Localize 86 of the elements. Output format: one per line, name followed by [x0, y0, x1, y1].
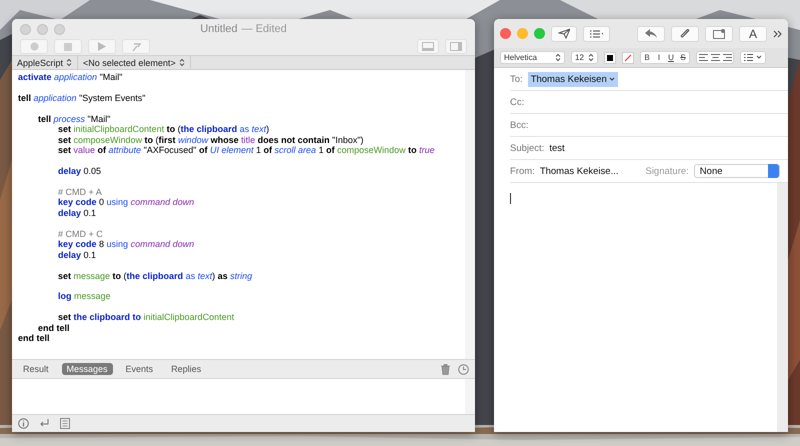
style-button[interactable]: S [677, 52, 689, 63]
header-options-button[interactable] [583, 26, 610, 42]
code-line: end tell [18, 333, 51, 344]
run-button[interactable] [88, 39, 116, 54]
stepper-icon [66, 58, 72, 67]
header-field[interactable]: Subject: test [510, 137, 788, 160]
list-icon [590, 30, 603, 38]
align-left-icon[interactable] [697, 52, 709, 63]
lines-icon [710, 54, 720, 61]
field-label: Signature: [645, 166, 689, 176]
panel-tab[interactable]: Messages [62, 363, 113, 375]
stepper-icon [178, 58, 185, 67]
format-button[interactable]: A [739, 26, 767, 42]
bottom-panel-button[interactable] [417, 39, 439, 54]
code-line: set composeWindow to (first window whose title does not contain "Inbox") [57, 134, 365, 146]
align-right-icon[interactable] [721, 52, 733, 63]
close-button[interactable] [500, 28, 511, 39]
send-button[interactable] [551, 26, 577, 42]
code-line: # CMD + C [57, 228, 104, 240]
text-cursor [510, 193, 511, 204]
stop-icon [64, 42, 72, 50]
chevron-icon[interactable] [773, 30, 782, 38]
list-icon[interactable] [60, 418, 70, 429]
lines-icon [722, 54, 732, 61]
code-line: set value of attribute "AXFocused" of UI element 1 of scroll area 1 of composeWindow to true [57, 145, 436, 156]
header-field[interactable]: Bcc: [510, 114, 788, 137]
photo-button[interactable] [705, 26, 733, 42]
code-line: set initialClipboardContent to (the clipboard as text) [57, 124, 270, 135]
code-line: end tell [37, 322, 71, 334]
stepper-icon [588, 53, 594, 62]
edited-status: — Edited [242, 23, 287, 35]
code-line: set the clipboard to initialClipboardContent [57, 312, 236, 323]
zoom-button[interactable] [534, 28, 545, 39]
play-icon [98, 42, 106, 51]
photo-icon [712, 28, 726, 38]
code-line: delay 0.1 [57, 208, 98, 218]
align-center-icon[interactable] [709, 52, 721, 63]
paperclip-icon [679, 28, 691, 39]
style-button[interactable]: U [665, 52, 677, 63]
caret-icon [608, 77, 615, 81]
panel-tab[interactable]: Events [120, 363, 158, 375]
side-panel-icon [450, 42, 462, 51]
font-select[interactable]: Helvetica [500, 51, 565, 64]
return-icon[interactable] [39, 419, 50, 428]
bullet-list-icon [744, 54, 762, 61]
clock-icon[interactable] [458, 364, 469, 374]
compile-button[interactable] [122, 39, 150, 54]
style-button[interactable]: I [653, 52, 665, 63]
text-color-button[interactable] [604, 52, 616, 64]
panel-tab[interactable]: Result [18, 363, 54, 375]
recipient-token[interactable]: Thomas Kekeisen [528, 72, 618, 86]
code-line: delay 0.05 [57, 166, 102, 176]
signature-select[interactable]: None [694, 164, 780, 178]
code-line: key code 0 using command down [57, 197, 196, 208]
code-line: log message [57, 291, 112, 302]
code-line: tell application "System Events" [18, 92, 146, 105]
list-style-button[interactable] [740, 51, 766, 64]
stepper-icon [555, 53, 561, 62]
attach-button[interactable] [671, 26, 699, 42]
code-line: tell process "Mail" [37, 114, 112, 124]
field-label: To: [510, 74, 523, 84]
hammer-icon [131, 42, 141, 52]
info-icon[interactable] [18, 418, 29, 429]
panel-tab[interactable]: Replies [166, 363, 206, 375]
header-field[interactable]: Cc: [510, 91, 788, 114]
code-line: delay 0.1 [57, 250, 98, 260]
background-color-icon[interactable] [622, 52, 634, 64]
element-select[interactable]: <No selected element> [78, 56, 191, 69]
paper-plane-icon [558, 28, 570, 39]
reply-icon [645, 29, 657, 38]
trash-icon[interactable] [441, 364, 450, 374]
language-select[interactable]: AppleScript [12, 56, 78, 69]
sender-name[interactable]: Thomas Kekeise... [540, 166, 618, 176]
bottom-panel-icon [422, 42, 434, 51]
reply-button[interactable] [637, 26, 665, 42]
code-line: # CMD + A [57, 186, 103, 198]
code-line: set message to (the clipboard as text) as string [57, 270, 254, 281]
field-label: From: [510, 166, 535, 176]
code-line: activate application "Mail" [18, 72, 124, 82]
window-title: Untitled [200, 23, 238, 35]
circle-icon [30, 42, 38, 51]
code-line: key code 8 using command down [57, 239, 196, 250]
lines-icon [698, 54, 708, 61]
side-panel-button[interactable] [445, 39, 467, 54]
size-select[interactable]: 12 [571, 51, 598, 64]
style-button[interactable]: B [641, 52, 653, 63]
